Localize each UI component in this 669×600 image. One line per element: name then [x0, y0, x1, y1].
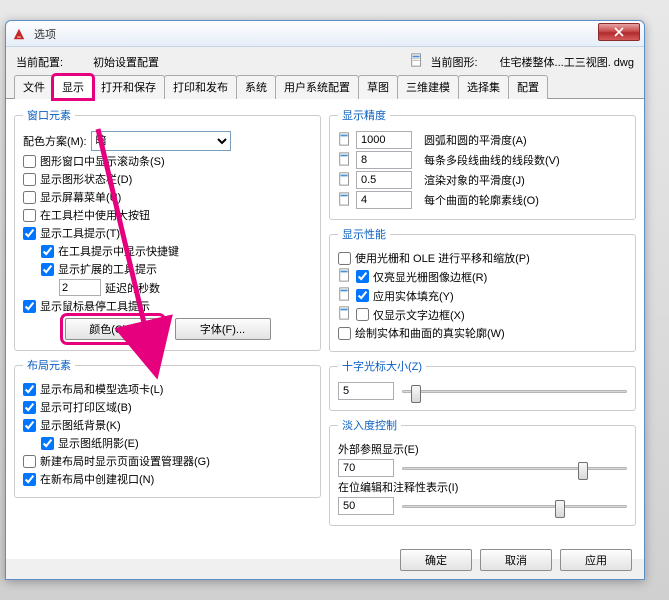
tab-profiles[interactable]: 配置: [508, 75, 548, 99]
layout-elements-legend: 布局元素: [23, 357, 75, 373]
ext-tooltips-checkbox[interactable]: [41, 263, 54, 276]
tooltips-checkbox[interactable]: [23, 227, 36, 240]
titlebar: 选项: [6, 21, 644, 47]
scrollbars-checkbox[interactable]: [23, 155, 36, 168]
large-toolbar-checkbox[interactable]: [23, 209, 36, 222]
paper-shadow-checkbox[interactable]: [41, 437, 54, 450]
dwg-icon: [410, 53, 424, 70]
tab-user-prefs[interactable]: 用户系统配置: [275, 75, 359, 99]
crosshair-size-legend: 十字光标大小(Z): [338, 358, 426, 374]
current-profile-value: 初始设置配置: [93, 54, 159, 70]
arc-smoothness-input[interactable]: [356, 131, 412, 149]
color-scheme-label: 配色方案(M):: [23, 133, 87, 149]
fade-control-legend: 淡入度控制: [338, 417, 401, 433]
color-scheme-select[interactable]: 暗: [91, 131, 231, 151]
dwg-icon: [338, 287, 352, 304]
current-drawing-label: 当前图形:: [430, 54, 477, 70]
surface-contour-label: 每个曲面的轮廓素线(O): [424, 192, 539, 208]
shortcut-checkbox[interactable]: [41, 245, 54, 258]
create-viewport-checkbox[interactable]: [23, 473, 36, 486]
xref-display-label: 外部参照显示(E): [338, 441, 419, 457]
options-dialog: 选项 当前配置: 初始设置配置 当前图形: 住宅楼整体...工三视图. dwg …: [5, 20, 645, 580]
render-smoothness-label: 渲染对象的平滑度(J): [424, 172, 525, 188]
current-drawing-value: 住宅楼整体...工三视图. dwg: [500, 54, 634, 70]
dwg-icon: [338, 132, 352, 149]
screenmenu-checkbox[interactable]: [23, 191, 36, 204]
dwg-icon: [338, 268, 352, 285]
tab-files[interactable]: 文件: [14, 75, 54, 99]
close-icon: [614, 27, 624, 37]
delay-seconds-input[interactable]: [59, 279, 101, 296]
tab-3d-modeling[interactable]: 三维建模: [397, 75, 459, 99]
dialog-title: 选项: [34, 26, 56, 42]
delay-seconds-label: 延迟的秒数: [105, 280, 160, 296]
xref-display-slider[interactable]: [402, 459, 627, 477]
cancel-button[interactable]: 取消: [480, 549, 552, 571]
printable-area-checkbox[interactable]: [23, 401, 36, 414]
fonts-button[interactable]: 字体(F)...: [175, 318, 271, 340]
tab-system[interactable]: 系统: [236, 75, 276, 99]
window-elements-legend: 窗口元素: [23, 107, 75, 123]
colors-button[interactable]: 颜色(C)...: [65, 318, 161, 340]
inplace-edit-slider[interactable]: [402, 497, 627, 515]
inplace-edit-label: 在位编辑和注释性表示(I): [338, 479, 458, 495]
display-precision-group: 显示精度 圆弧和圆的平滑度(A) 每条多段线曲线的线段数(V) 渲染对象的平滑度…: [329, 107, 636, 220]
window-elements-group: 窗口元素 配色方案(M): 暗 图形窗口中显示滚动条(S) 显示图形状态栏(D)…: [14, 107, 321, 351]
crosshair-size-slider[interactable]: [402, 382, 627, 400]
ok-button[interactable]: 确定: [400, 549, 472, 571]
true-silhouette-checkbox[interactable]: [338, 327, 351, 340]
tab-content: 窗口元素 配色方案(M): 暗 图形窗口中显示滚动条(S) 显示图形状态栏(D)…: [6, 99, 644, 559]
xref-display-input[interactable]: [338, 459, 394, 477]
apply-button[interactable]: 应用: [560, 549, 632, 571]
tab-print-publish[interactable]: 打印和发布: [164, 75, 237, 99]
dwg-icon: [338, 192, 352, 209]
tab-drafting[interactable]: 草图: [358, 75, 398, 99]
dialog-footer: 确定 取消 应用: [400, 549, 632, 571]
profile-row: 当前配置: 初始设置配置 当前图形: 住宅楼整体...工三视图. dwg: [6, 47, 644, 74]
tab-display[interactable]: 显示: [53, 75, 93, 99]
app-icon: [12, 26, 28, 42]
tab-selection[interactable]: 选择集: [458, 75, 509, 99]
text-frame-checkbox[interactable]: [356, 308, 369, 321]
tab-open-save[interactable]: 打开和保存: [92, 75, 165, 99]
layout-elements-group: 布局元素 显示布局和模型选项卡(L) 显示可打印区域(B) 显示图纸背景(K) …: [14, 357, 321, 498]
crosshair-size-input[interactable]: [338, 382, 394, 400]
layout-tabs-checkbox[interactable]: [23, 383, 36, 396]
inplace-edit-input[interactable]: [338, 497, 394, 515]
tab-strip: 文件 显示 打开和保存 打印和发布 系统 用户系统配置 草图 三维建模 选择集 …: [6, 74, 644, 99]
polyline-segments-input[interactable]: [356, 151, 412, 169]
paper-bg-checkbox[interactable]: [23, 419, 36, 432]
arc-smoothness-label: 圆弧和圆的平滑度(A): [424, 132, 527, 148]
render-smoothness-input[interactable]: [356, 171, 412, 189]
current-profile-label: 当前配置:: [16, 54, 63, 70]
mouse-tooltips-checkbox[interactable]: [23, 300, 36, 313]
dwg-icon: [338, 172, 352, 189]
statusbar-checkbox[interactable]: [23, 173, 36, 186]
highlight-raster-checkbox[interactable]: [356, 270, 369, 283]
dwg-icon: [338, 306, 352, 323]
pan-zoom-checkbox[interactable]: [338, 252, 351, 265]
right-column: 显示精度 圆弧和圆的平滑度(A) 每条多段线曲线的线段数(V) 渲染对象的平滑度…: [329, 107, 636, 551]
display-performance-group: 显示性能 使用光栅和 OLE 进行平移和缩放(P) 仅亮显光栅图像边框(R) 应…: [329, 226, 636, 352]
crosshair-size-group: 十字光标大小(Z): [329, 358, 636, 411]
left-column: 窗口元素 配色方案(M): 暗 图形窗口中显示滚动条(S) 显示图形状态栏(D)…: [14, 107, 321, 551]
solid-fill-checkbox[interactable]: [356, 289, 369, 302]
polyline-segments-label: 每条多段线曲线的线段数(V): [424, 152, 560, 168]
dwg-icon: [338, 152, 352, 169]
display-precision-legend: 显示精度: [338, 107, 390, 123]
display-performance-legend: 显示性能: [338, 226, 390, 242]
page-setup-checkbox[interactable]: [23, 455, 36, 468]
fade-control-group: 淡入度控制 外部参照显示(E) 在位编辑和注释性表示(I): [329, 417, 636, 526]
surface-contour-input[interactable]: [356, 191, 412, 209]
close-button[interactable]: [598, 23, 640, 41]
